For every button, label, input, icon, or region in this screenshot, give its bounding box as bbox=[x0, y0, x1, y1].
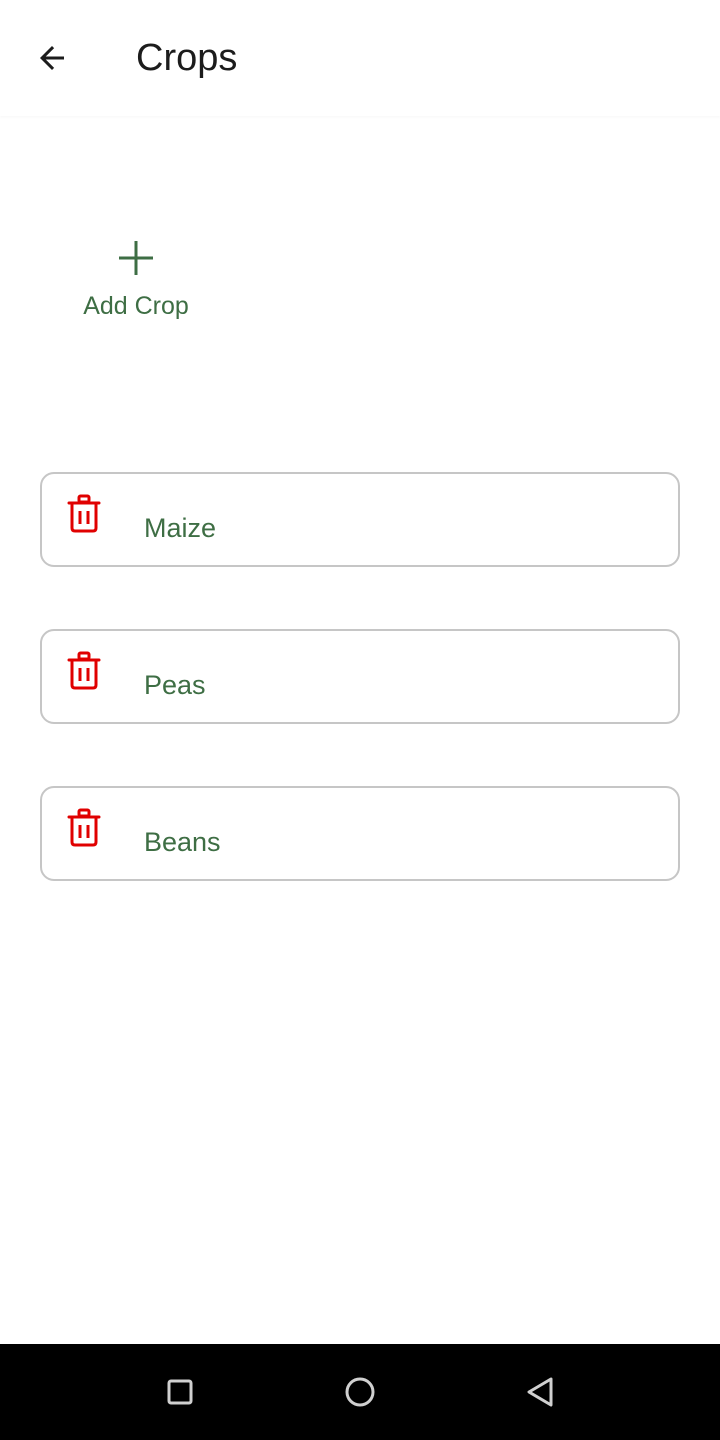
home-button[interactable] bbox=[340, 1372, 380, 1412]
system-nav-bar bbox=[0, 1344, 720, 1440]
delete-beans-button[interactable] bbox=[62, 806, 106, 850]
add-crop-button[interactable]: Add Crop bbox=[66, 226, 206, 338]
plus-icon bbox=[119, 241, 153, 275]
trash-icon bbox=[67, 808, 101, 847]
home-circle-icon bbox=[345, 1377, 375, 1407]
crop-item-maize[interactable]: Maize bbox=[40, 472, 680, 567]
crop-item-beans[interactable]: Beans bbox=[40, 786, 680, 881]
back-button[interactable] bbox=[22, 28, 82, 88]
top-app-bar: Crops bbox=[0, 0, 720, 116]
add-crop-label: Add Crop bbox=[83, 292, 189, 320]
crop-item-peas[interactable]: Peas bbox=[40, 629, 680, 724]
crop-name: Beans bbox=[144, 827, 221, 857]
app-root: Crops Add Crop Maize Peas Beans bbox=[0, 0, 720, 1440]
crop-name: Maize bbox=[144, 513, 217, 543]
recents-square-icon bbox=[167, 1379, 193, 1405]
delete-maize-button[interactable] bbox=[62, 492, 106, 536]
crop-list: Maize Peas Beans bbox=[40, 472, 680, 943]
delete-peas-button[interactable] bbox=[62, 649, 106, 693]
trash-icon bbox=[67, 651, 101, 690]
recents-button[interactable] bbox=[160, 1372, 200, 1412]
system-back-button[interactable] bbox=[520, 1372, 560, 1412]
arrow-left-icon bbox=[40, 46, 64, 70]
page-title: Crops bbox=[136, 37, 238, 79]
trash-icon bbox=[67, 494, 101, 533]
back-triangle-icon bbox=[527, 1377, 553, 1407]
crop-name: Peas bbox=[144, 670, 206, 700]
